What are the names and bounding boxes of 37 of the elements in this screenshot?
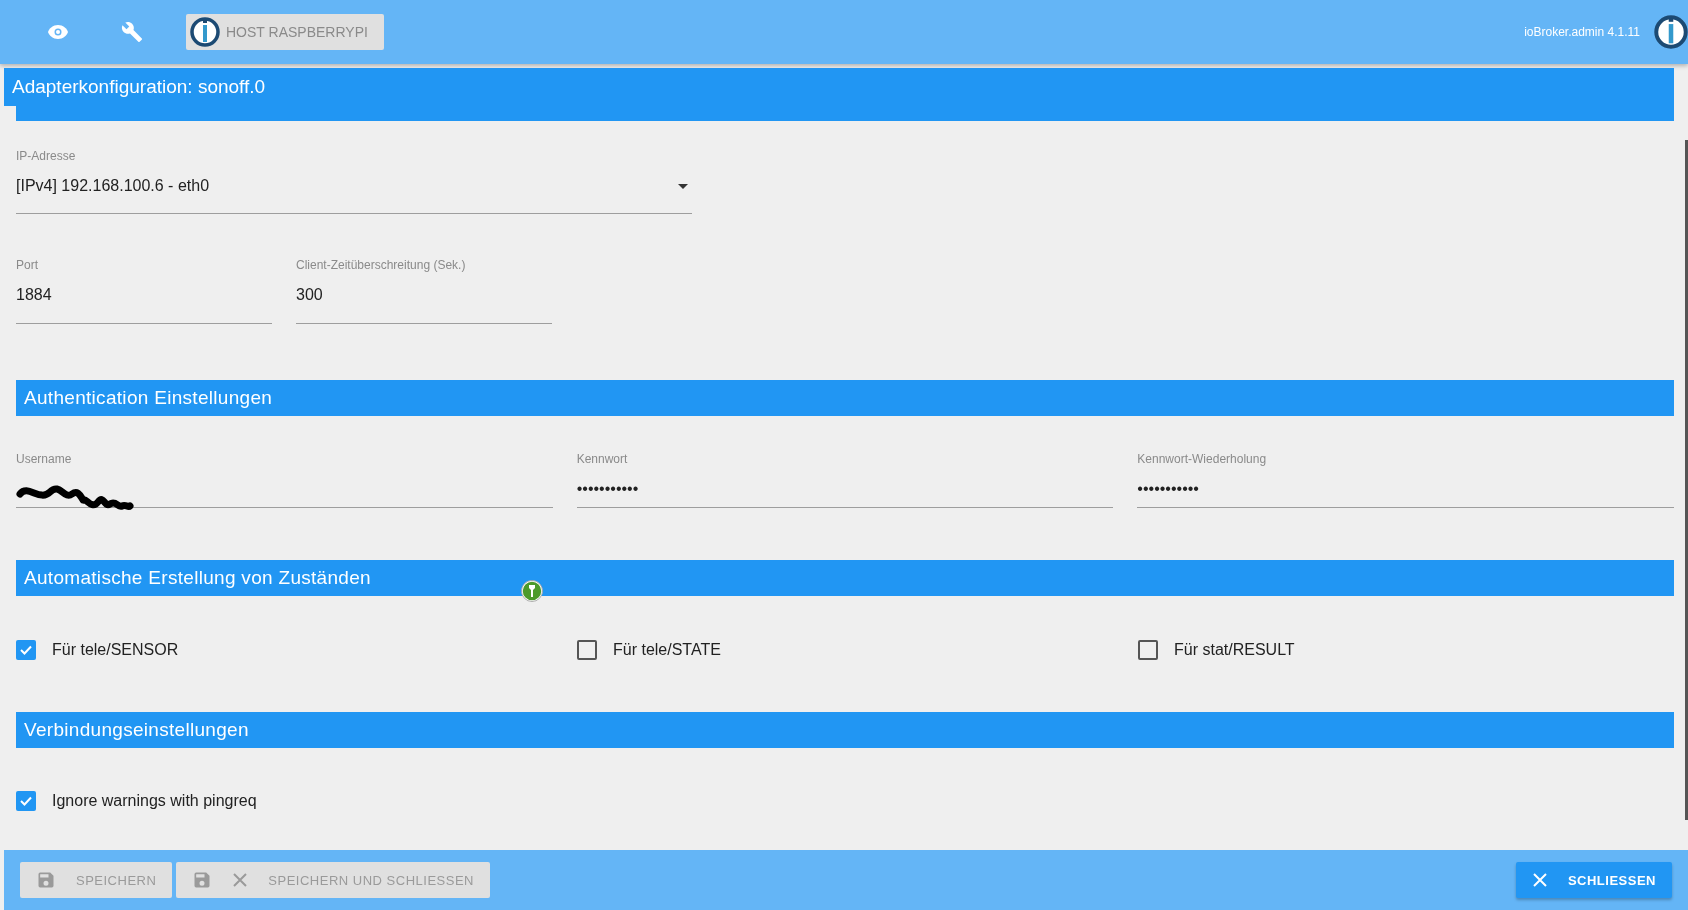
checkbox-label: Für tele/STATE [613, 641, 721, 659]
checkmark-icon [19, 643, 33, 657]
select-value: [IPv4] 192.168.100.6 - eth0 [16, 177, 210, 195]
field-label: IP-Adresse [16, 149, 77, 163]
field-label: Client-Zeitüberschreitung (Sek.) [296, 258, 467, 272]
field-label: Kennwort [576, 452, 629, 466]
input-field[interactable]: Client-Zeitüberschreitung (Sek.) 300 [296, 258, 552, 324]
checkmark-icon [19, 794, 33, 808]
input-field[interactable]: Kennwort ••••••••••• [576, 452, 1114, 508]
input-value: 1884 [16, 286, 52, 304]
password-value: ••••••••••• [1137, 480, 1199, 498]
checkbox[interactable] [16, 791, 36, 811]
checkbox[interactable] [1138, 640, 1158, 660]
checkbox-label: Ignore warnings with pingreq [52, 792, 257, 810]
section-header: Automatische Erstellung von Zuständen [16, 560, 1674, 596]
dialog-title: Adapterkonfiguration: sonoff.0 [4, 68, 1674, 106]
field-label: Port [16, 258, 39, 272]
field-label: Username [16, 452, 73, 466]
input-value: 300 [296, 286, 323, 304]
checkbox[interactable] [16, 640, 36, 660]
section-header: Authentication Einstellungen [16, 380, 1674, 416]
checkbox[interactable] [577, 640, 597, 660]
checkbox-label: Für stat/RESULT [1174, 641, 1295, 659]
ip-select[interactable]: IP-Adresse [IPv4] 192.168.100.6 - eth0 [16, 149, 692, 214]
iobroker-logo-icon [190, 17, 220, 47]
key-icon[interactable] [521, 580, 543, 602]
iobroker-logo-icon [1654, 15, 1688, 49]
close-icon [232, 872, 249, 888]
dropdown-caret-icon [678, 183, 688, 189]
section-header: Verbindungseinstellungen [16, 712, 1674, 748]
password-value: ••••••••••• [576, 480, 639, 498]
checkbox-label: Für tele/SENSOR [52, 641, 179, 659]
field-label: Kennwort-Wiederholung [1137, 452, 1268, 466]
version-text: ioBroker.admin 4.1.11 [1524, 25, 1640, 39]
close-icon [1531, 872, 1548, 888]
input-field[interactable]: Kennwort-Wiederholung ••••••••••• [1137, 452, 1674, 508]
input-field[interactable]: Port 1884 [16, 258, 272, 324]
